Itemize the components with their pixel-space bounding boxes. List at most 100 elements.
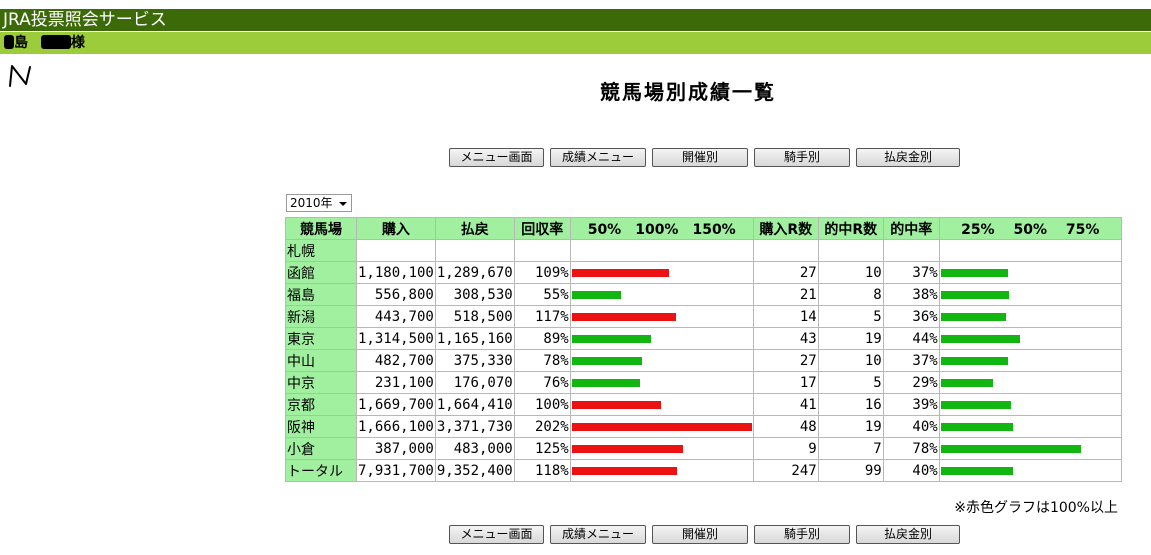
return-rate-bar-fill bbox=[571, 268, 669, 277]
return-rate-bar bbox=[569, 261, 754, 284]
table-row: 函館 1,180,100 1,289,670 109% 27 10 37% bbox=[285, 261, 1122, 284]
venue-name: 中京 bbox=[285, 371, 357, 394]
races-hit: 99 bbox=[817, 459, 884, 482]
redacted-name-mark bbox=[4, 35, 14, 49]
table-row: 札幌 bbox=[285, 239, 1122, 262]
nav-button-row-bottom: メニュー画面 成績メニュー 開催別 騎手別 払戻金別 bbox=[449, 525, 960, 544]
return-rate: 89% bbox=[513, 327, 571, 350]
return-rate-bar bbox=[569, 437, 754, 460]
by-payout-button[interactable]: 払戻金別 bbox=[856, 148, 960, 167]
hit-rate-bar bbox=[938, 437, 1122, 460]
hit-rate-bar bbox=[938, 371, 1122, 394]
hit-rate: 37% bbox=[882, 349, 940, 372]
races-bought: 9 bbox=[752, 437, 819, 460]
races-hit: 10 bbox=[817, 349, 884, 372]
purchase-amount: 1,314,500 bbox=[356, 327, 436, 350]
return-rate-bar-fill bbox=[571, 400, 661, 409]
redacted-name-mark bbox=[40, 35, 71, 49]
col-header-return-rate: 回収率 bbox=[513, 217, 571, 240]
table-row: 阪神 1,666,100 3,371,730 202% 48 19 40% bbox=[285, 415, 1122, 438]
by-meeting-button[interactable]: 開催別 bbox=[652, 148, 748, 167]
table-header-row: 競馬場 購入 払戻 回収率 50% 100% 150% 購入R数 的中R数 的中… bbox=[285, 217, 1122, 240]
payout-amount: 176,070 bbox=[434, 371, 515, 394]
hit-rate-bar-fill bbox=[940, 400, 1011, 409]
by-meeting-button[interactable]: 開催別 bbox=[652, 525, 748, 544]
by-payout-button[interactable]: 払戻金別 bbox=[856, 525, 960, 544]
hit-rate: 40% bbox=[882, 459, 940, 482]
hit-rate: 29% bbox=[882, 371, 940, 394]
payout-amount: 9,352,400 bbox=[434, 459, 515, 482]
hit-rate-bar bbox=[938, 327, 1122, 350]
service-header-bar: JRA投票照会サービス bbox=[0, 9, 1151, 31]
hit-rate-bar bbox=[938, 283, 1122, 306]
table-row: 東京 1,314,500 1,165,160 89% 43 19 44% bbox=[285, 327, 1122, 350]
return-rate-bar bbox=[569, 327, 754, 350]
menu-screen-button[interactable]: メニュー画面 bbox=[449, 148, 544, 167]
hit-rate: 44% bbox=[882, 327, 940, 350]
col-header-races-hit: 的中R数 bbox=[817, 217, 884, 240]
return-rate-bar bbox=[569, 305, 754, 328]
purchase-amount: 7,931,700 bbox=[356, 459, 436, 482]
return-rate-bar-fill bbox=[571, 290, 621, 299]
return-rate: 100% bbox=[513, 393, 571, 416]
purchase-amount: 1,666,100 bbox=[356, 415, 436, 438]
table-row: 小倉 387,000 483,000 125% 9 7 78% bbox=[285, 437, 1122, 460]
hit-rate: 39% bbox=[882, 393, 940, 416]
venue-name: 函館 bbox=[285, 261, 357, 284]
dropdown-arrow-icon bbox=[339, 202, 347, 206]
results-menu-button[interactable]: 成績メニュー bbox=[550, 148, 646, 167]
by-jockey-button[interactable]: 騎手別 bbox=[754, 148, 850, 167]
hit-rate-bar-fill bbox=[940, 334, 1020, 343]
return-rate: 125% bbox=[513, 437, 571, 460]
return-rate-bar bbox=[569, 371, 754, 394]
venue-name: トータル bbox=[285, 459, 357, 482]
venue-name: 福島 bbox=[285, 283, 357, 306]
table-row: トータル 7,931,700 9,352,400 118% 247 99 40% bbox=[285, 459, 1122, 482]
by-jockey-button[interactable]: 騎手別 bbox=[754, 525, 850, 544]
hit-rate: 37% bbox=[882, 261, 940, 284]
return-rate-bar-fill bbox=[571, 334, 651, 343]
races-bought: 27 bbox=[752, 349, 819, 372]
return-rate-bar-fill bbox=[571, 466, 677, 475]
menu-screen-button[interactable]: メニュー画面 bbox=[449, 525, 544, 544]
results-menu-button[interactable]: 成績メニュー bbox=[550, 525, 646, 544]
col-header-purchase: 購入 bbox=[356, 217, 436, 240]
year-select[interactable]: 2010年 bbox=[286, 194, 352, 212]
hit-rate-bar-fill bbox=[940, 312, 1006, 321]
payout-amount: 308,530 bbox=[434, 283, 515, 306]
races-bought: 14 bbox=[752, 305, 819, 328]
return-rate-bar bbox=[569, 393, 754, 416]
hit-rate-bar bbox=[938, 349, 1122, 372]
hit-rate-bar-fill bbox=[940, 268, 1008, 277]
table-row: 京都 1,669,700 1,664,410 100% 41 16 39% bbox=[285, 393, 1122, 416]
hit-rate-bar bbox=[938, 459, 1122, 482]
payout-amount: 1,289,670 bbox=[434, 261, 515, 284]
table-row: 中京 231,100 176,070 76% 17 5 29% bbox=[285, 371, 1122, 394]
hit-rate-bar bbox=[938, 305, 1122, 328]
return-rate: 118% bbox=[513, 459, 571, 482]
races-hit: 10 bbox=[817, 261, 884, 284]
hit-rate-bar bbox=[938, 261, 1122, 284]
user-name-prefix: 島 bbox=[14, 35, 28, 51]
col-header-return-scale: 50% 100% 150% bbox=[569, 217, 754, 240]
races-hit bbox=[817, 239, 884, 262]
hit-rate-bar bbox=[938, 415, 1122, 438]
races-hit: 19 bbox=[817, 327, 884, 350]
service-title: JRA投票照会サービス bbox=[3, 10, 167, 30]
return-rate: 109% bbox=[513, 261, 571, 284]
races-bought: 41 bbox=[752, 393, 819, 416]
table-row: 中山 482,700 375,330 78% 27 10 37% bbox=[285, 349, 1122, 372]
payout-amount: 375,330 bbox=[434, 349, 515, 372]
hit-rate-bar bbox=[938, 393, 1122, 416]
col-header-hit-rate: 的中率 bbox=[882, 217, 940, 240]
return-rate-bar-fill bbox=[571, 444, 683, 453]
payout-amount: 3,371,730 bbox=[434, 415, 515, 438]
hit-rate bbox=[882, 239, 940, 262]
return-rate-bar bbox=[569, 415, 754, 438]
hit-rate-bar-fill bbox=[940, 422, 1013, 431]
table-row: 福島 556,800 308,530 55% 21 8 38% bbox=[285, 283, 1122, 306]
table-row: 新潟 443,700 518,500 117% 14 5 36% bbox=[285, 305, 1122, 328]
col-header-venue: 競馬場 bbox=[285, 217, 357, 240]
hit-rate: 38% bbox=[882, 283, 940, 306]
return-rate: 117% bbox=[513, 305, 571, 328]
